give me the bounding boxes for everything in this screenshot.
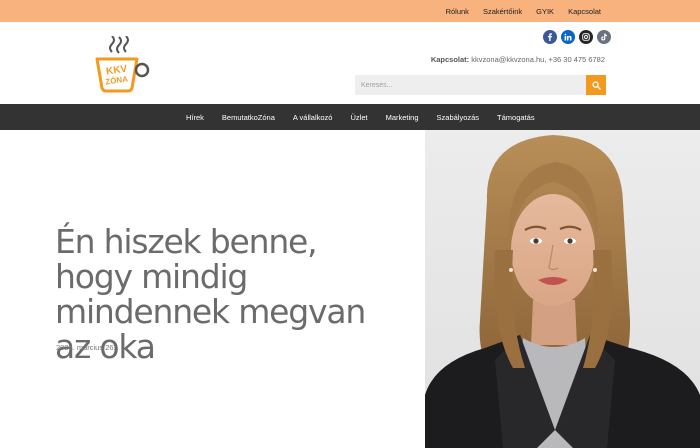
nav-item-uzlet[interactable]: Üzlet bbox=[350, 113, 367, 122]
main-nav: Hírek BemutatkoZóna A vállalkozó Üzlet M… bbox=[0, 104, 700, 130]
nav-item-tamogatas[interactable]: Támogatás bbox=[497, 113, 535, 122]
top-link-gyik[interactable]: GYIK bbox=[536, 7, 554, 16]
nav-item-hirek[interactable]: Hírek bbox=[186, 113, 204, 122]
tiktok-icon[interactable] bbox=[597, 30, 611, 44]
contact-value: kkvzona@kkvzona.hu, +36 30 475 6782 bbox=[471, 55, 605, 64]
social-links bbox=[543, 30, 611, 44]
article-date: 2024. március 26. bbox=[56, 343, 116, 352]
search-input[interactable] bbox=[355, 75, 586, 95]
top-link-szakertoink[interactable]: Szakértőink bbox=[483, 7, 522, 16]
instagram-icon[interactable] bbox=[579, 30, 593, 44]
contact-info: Kapcsolat: kkvzona@kkvzona.hu, +36 30 47… bbox=[431, 55, 605, 64]
linkedin-icon[interactable] bbox=[561, 30, 575, 44]
main-menu: Hírek BemutatkoZóna A vállalkozó Üzlet M… bbox=[186, 104, 535, 130]
page: Rólunk Szakértőink GYIK Kapcsolat KKV ZÓ… bbox=[0, 0, 700, 448]
top-nav: Rólunk Szakértőink GYIK Kapcsolat bbox=[446, 0, 601, 22]
top-bar: Rólunk Szakértőink GYIK Kapcsolat bbox=[0, 0, 700, 22]
portrait-image bbox=[425, 130, 700, 448]
search-icon bbox=[591, 80, 601, 90]
nav-item-marketing[interactable]: Marketing bbox=[386, 113, 419, 122]
contact-label: Kapcsolat: bbox=[430, 55, 470, 64]
facebook-icon[interactable] bbox=[543, 30, 557, 44]
article-photo bbox=[425, 130, 700, 448]
search-form bbox=[355, 75, 606, 95]
nav-item-a-vallalkozo[interactable]: A vállalkozó bbox=[293, 113, 333, 122]
top-link-rolunk[interactable]: Rólunk bbox=[446, 7, 469, 16]
search-button[interactable] bbox=[586, 75, 606, 95]
logo-text-zona: ZÓNA bbox=[105, 74, 129, 86]
site-logo[interactable]: KKV ZÓNA bbox=[92, 35, 154, 94]
nav-item-szabalyozas[interactable]: Szabályozás bbox=[437, 113, 480, 122]
nav-item-bemutatkozona[interactable]: BemutatkoZóna bbox=[222, 113, 275, 122]
top-link-kapcsolat[interactable]: Kapcsolat bbox=[568, 7, 601, 16]
coffee-cup-logo-icon: KKV ZÓNA bbox=[95, 35, 150, 93]
